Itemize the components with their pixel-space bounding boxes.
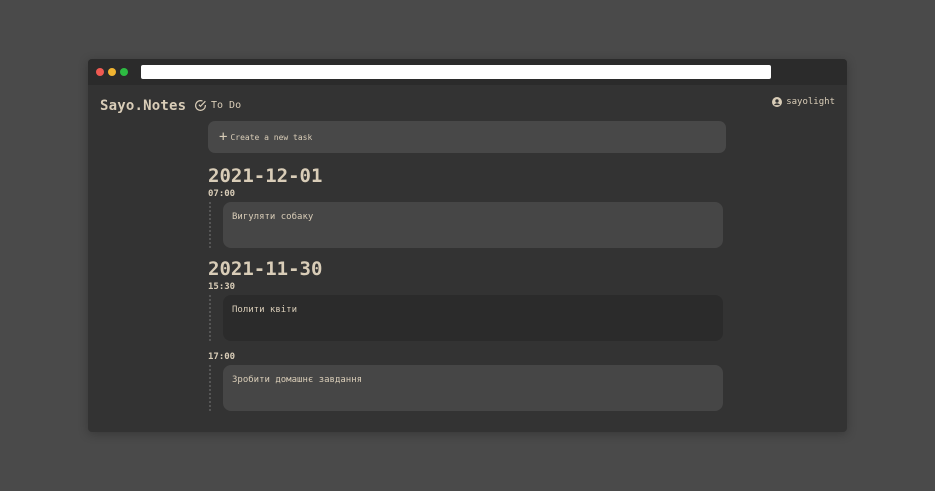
minimize-window-button[interactable] <box>108 68 116 76</box>
task-time: 07:00 <box>208 189 236 199</box>
create-task-button[interactable]: + Create a new task <box>208 121 726 153</box>
create-task-label: Create a new task <box>230 132 313 142</box>
plus-icon: + <box>219 128 228 145</box>
timeline-rail <box>209 202 211 248</box>
app-brand[interactable]: Sayo.Notes <box>100 98 186 114</box>
maximize-window-button[interactable] <box>120 68 128 76</box>
user-menu[interactable]: sayolight <box>772 97 835 107</box>
task-card[interactable]: Зробити домашнє завдання <box>223 365 723 411</box>
timeline-rail <box>209 295 211 341</box>
window-titlebar <box>88 59 847 85</box>
check-circle-icon <box>195 100 206 111</box>
nav-todo-link[interactable]: To Do <box>194 99 241 112</box>
close-window-button[interactable] <box>96 68 104 76</box>
task-text: Зробити домашнє завдання <box>232 375 363 385</box>
nav-todo-label: To Do <box>211 100 242 111</box>
task-card[interactable]: Вигуляти собаку <box>223 202 723 248</box>
address-bar[interactable] <box>141 65 771 79</box>
browser-window: Sayo.Notes To Do sayolight + Create a ne… <box>88 59 847 432</box>
task-text: Вигуляти собаку <box>232 212 314 222</box>
task-text: Полити квіти <box>232 305 298 315</box>
task-card[interactable]: Полити квіти <box>223 295 723 341</box>
timeline-rail <box>209 365 211 411</box>
date-heading: 2021-12-01 <box>208 165 323 187</box>
date-heading: 2021-11-30 <box>208 258 323 280</box>
user-circle-icon <box>772 97 783 107</box>
task-time: 15:30 <box>208 282 236 292</box>
task-time: 17:00 <box>208 352 236 362</box>
username: sayolight <box>786 97 835 107</box>
